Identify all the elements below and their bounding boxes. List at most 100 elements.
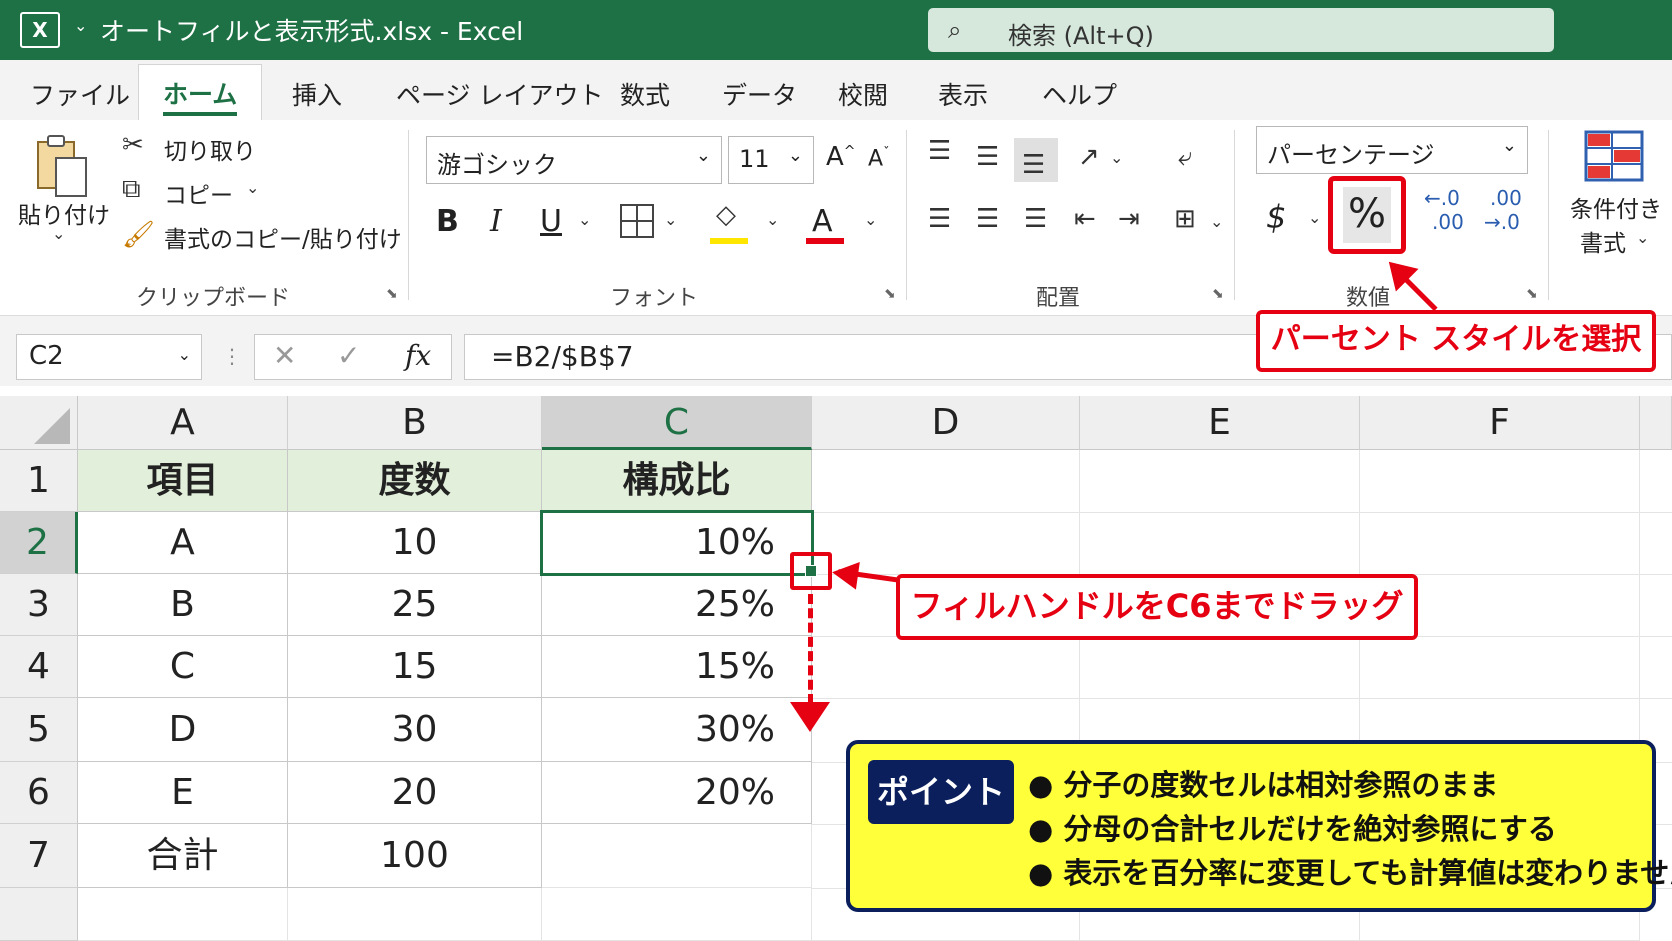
row-header-3[interactable]: 3: [0, 574, 78, 636]
tab-help[interactable]: ヘルプ: [1042, 76, 1117, 112]
cut-button[interactable]: 切り取り: [164, 132, 256, 166]
tab-page-layout[interactable]: ページ レイアウト: [396, 76, 603, 112]
number-format-dropdown[interactable]: パーセンテージ ⌄: [1256, 126, 1528, 174]
insert-function-icon[interactable]: fx: [405, 339, 431, 372]
orientation-icon[interactable]: ↗: [1078, 144, 1100, 170]
font-name-dropdown[interactable]: 游ゴシック ⌄: [426, 136, 722, 184]
name-box[interactable]: C2 ⌄: [16, 334, 202, 380]
cell-a6[interactable]: E: [78, 762, 288, 824]
column-header-c[interactable]: C: [542, 396, 812, 450]
quick-access-chevron-icon[interactable]: ⌄: [74, 16, 87, 35]
cell-c7[interactable]: [542, 824, 812, 888]
format-painter-button[interactable]: 書式のコピー/貼り付け: [164, 220, 402, 254]
cell-c1[interactable]: 構成比: [542, 450, 812, 512]
cell-c6[interactable]: 20%: [542, 762, 812, 824]
cell-b5[interactable]: 30: [288, 698, 542, 762]
conditional-formatting-label-1[interactable]: 条件付き: [1570, 190, 1662, 224]
column-header-g[interactable]: [1640, 396, 1672, 450]
currency-chevron-icon[interactable]: ⌄: [1308, 210, 1321, 226]
cell-a1[interactable]: 項目: [78, 450, 288, 512]
align-bottom-button[interactable]: ☰: [1014, 138, 1058, 182]
increase-indent-icon[interactable]: ⇥: [1118, 206, 1140, 232]
column-header-b[interactable]: B: [288, 396, 542, 450]
conditional-formatting-label-2[interactable]: 書式: [1580, 224, 1626, 258]
underline-button[interactable]: U: [540, 204, 562, 239]
font-size-dropdown[interactable]: 11 ⌄: [728, 136, 814, 184]
cell-b8[interactable]: [288, 888, 542, 941]
paste-chevron-icon[interactable]: ⌄: [52, 226, 65, 242]
align-right-icon[interactable]: ☰: [1024, 206, 1047, 232]
align-center-icon[interactable]: ☰: [976, 206, 999, 232]
enter-icon[interactable]: ✓: [337, 339, 360, 372]
cell-c8[interactable]: [542, 888, 812, 941]
tab-formulas[interactable]: 数式: [620, 76, 670, 112]
font-color-icon[interactable]: A: [812, 204, 833, 239]
grow-font-button[interactable]: A^: [826, 142, 856, 172]
bold-button[interactable]: B: [436, 204, 459, 239]
italic-button[interactable]: I: [490, 204, 502, 239]
column-header-d[interactable]: D: [812, 396, 1080, 450]
cell-a5[interactable]: D: [78, 698, 288, 762]
cell-a2[interactable]: A: [78, 512, 288, 574]
cell-b6[interactable]: 20: [288, 762, 542, 824]
row-header-8[interactable]: [0, 888, 78, 941]
search-box[interactable]: ⌕ 検索 (Alt+Q): [928, 8, 1554, 52]
cell-a8[interactable]: [78, 888, 288, 941]
cell-b7[interactable]: 100: [288, 824, 542, 888]
increase-decimal-button[interactable]: ←.0 .00: [1424, 186, 1472, 240]
fill-handle[interactable]: [805, 565, 817, 577]
borders-icon[interactable]: [620, 204, 654, 238]
cell-c5[interactable]: 30%: [542, 698, 812, 762]
conditional-formatting-icon[interactable]: [1584, 130, 1644, 182]
cell-b4[interactable]: 15: [288, 636, 542, 698]
cancel-icon[interactable]: ✕: [273, 339, 296, 372]
row-header-5[interactable]: 5: [0, 698, 78, 762]
font-color-chevron-icon[interactable]: ⌄: [864, 212, 877, 228]
formula-bar-grip-icon[interactable]: ⋮: [222, 344, 242, 368]
fill-color-icon[interactable]: ◇: [716, 202, 736, 228]
merge-center-icon[interactable]: ⊞: [1174, 206, 1196, 232]
align-left-icon[interactable]: ☰: [928, 206, 951, 232]
cell-b1[interactable]: 度数: [288, 450, 542, 512]
number-launcher-icon[interactable]: ⬊: [1526, 286, 1538, 302]
wrap-text-icon[interactable]: ⤶: [1178, 144, 1193, 170]
column-header-a[interactable]: A: [78, 396, 288, 450]
cell-c3[interactable]: 25%: [542, 574, 812, 636]
cell-b3[interactable]: 25: [288, 574, 542, 636]
row-header-7[interactable]: 7: [0, 824, 78, 888]
borders-chevron-icon[interactable]: ⌄: [664, 212, 677, 228]
clipboard-launcher-icon[interactable]: ⬊: [386, 286, 398, 302]
font-launcher-icon[interactable]: ⬊: [884, 286, 896, 302]
cell-a4[interactable]: C: [78, 636, 288, 698]
percent-style-button[interactable]: %: [1328, 176, 1406, 254]
align-middle-icon[interactable]: ☰: [976, 144, 999, 170]
align-top-icon[interactable]: ☰: [928, 138, 951, 164]
tab-review[interactable]: 校閲: [838, 76, 888, 112]
tab-insert[interactable]: 挿入: [292, 76, 342, 112]
fill-color-chevron-icon[interactable]: ⌄: [766, 212, 779, 228]
row-header-4[interactable]: 4: [0, 636, 78, 698]
currency-button[interactable]: $: [1266, 198, 1286, 236]
row-header-6[interactable]: 6: [0, 762, 78, 824]
cell-b2[interactable]: 10: [288, 512, 542, 574]
conditional-formatting-chevron-icon[interactable]: ⌄: [1636, 230, 1649, 246]
row-header-2[interactable]: 2: [0, 512, 78, 574]
tab-data[interactable]: データ: [722, 76, 797, 112]
column-header-f[interactable]: F: [1360, 396, 1640, 450]
decrease-indent-icon[interactable]: ⇤: [1074, 206, 1096, 232]
column-header-e[interactable]: E: [1080, 396, 1360, 450]
alignment-launcher-icon[interactable]: ⬊: [1212, 286, 1224, 302]
tab-file[interactable]: ファイル: [30, 76, 130, 112]
cell-a3[interactable]: B: [78, 574, 288, 636]
copy-chevron-icon[interactable]: ⌄: [246, 180, 259, 196]
underline-chevron-icon[interactable]: ⌄: [578, 212, 591, 228]
select-all-button[interactable]: [0, 396, 78, 450]
copy-button[interactable]: コピー: [164, 176, 233, 210]
orientation-chevron-icon[interactable]: ⌄: [1110, 150, 1123, 166]
tab-view[interactable]: 表示: [938, 76, 988, 112]
tab-home[interactable]: ホーム: [138, 64, 263, 122]
shrink-font-button[interactable]: Aˇ: [868, 146, 890, 171]
cell-c4[interactable]: 15%: [542, 636, 812, 698]
paste-icon[interactable]: [34, 134, 90, 198]
cell-a7[interactable]: 合計: [78, 824, 288, 888]
